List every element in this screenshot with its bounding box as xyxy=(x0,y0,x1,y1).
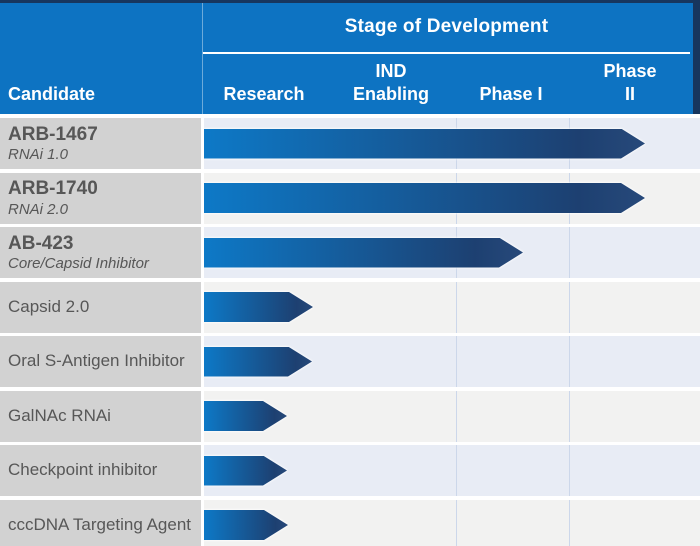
progress-arrow xyxy=(204,510,288,540)
candidate-subtitle: RNAi 1.0 xyxy=(8,146,69,164)
stage-track xyxy=(204,336,700,387)
candidate-name: AB-423 xyxy=(8,232,74,254)
candidate-label: ARB-1740 RNAi 2.0 xyxy=(0,172,201,224)
stage-divider xyxy=(456,390,457,442)
stage-of-development-title: Stage of Development xyxy=(344,16,549,37)
pipeline-slide: Stage of Development Candidate Research … xyxy=(0,0,700,546)
stage-divider xyxy=(569,227,570,278)
candidate-label: GalNAc RNAi xyxy=(0,390,201,442)
progress-arrow-shape xyxy=(204,292,313,322)
stage-divider xyxy=(456,281,457,333)
progress-arrow xyxy=(204,183,645,213)
column-header-candidate: Candidate xyxy=(8,84,96,104)
pipeline-row-capsid-2-0: Capsid 2.0 xyxy=(0,281,700,333)
stage-track xyxy=(204,499,700,546)
progress-arrow-shape xyxy=(204,238,523,268)
column-header-phase-2: Phase II xyxy=(603,61,657,104)
stage-track xyxy=(204,118,700,169)
pipeline-row-arb-1467: ARB-1467 RNAi 1.0 xyxy=(0,118,700,169)
stage-track xyxy=(204,390,700,442)
stage-divider xyxy=(456,336,457,387)
stage-divider xyxy=(569,390,570,442)
stage-track xyxy=(204,172,700,224)
pipeline-row-galnac-rnai: GalNAc RNAi xyxy=(0,390,700,442)
progress-arrow xyxy=(204,456,287,486)
pipeline-row-ab-423: AB-423 Core/Capsid Inhibitor xyxy=(0,227,700,278)
progress-arrow-shape xyxy=(204,183,645,213)
progress-arrow-shape xyxy=(204,401,287,431)
stage-divider xyxy=(569,281,570,333)
stage-track xyxy=(204,227,700,278)
header-column-divider xyxy=(202,3,203,114)
progress-arrow-shape xyxy=(204,456,287,486)
candidate-name: Oral S-Antigen Inhibitor xyxy=(8,351,185,371)
progress-arrow-shape xyxy=(204,347,312,377)
stage-divider xyxy=(456,445,457,496)
table-header: Stage of Development Candidate Research … xyxy=(0,3,693,114)
candidate-name: ARB-1740 xyxy=(8,178,98,200)
candidate-subtitle: RNAi 2.0 xyxy=(8,200,69,218)
candidate-label: Capsid 2.0 xyxy=(0,281,201,333)
pipeline-row-oral-s-antigen: Oral S-Antigen Inhibitor xyxy=(0,336,700,387)
column-header-phase-1: Phase I xyxy=(479,83,543,104)
pipeline-row-arb-1740: ARB-1740 RNAi 2.0 xyxy=(0,172,700,224)
candidate-name: GalNAc RNAi xyxy=(8,405,111,425)
stage-divider xyxy=(569,336,570,387)
column-header-research: Research xyxy=(223,83,305,104)
stage-track xyxy=(204,281,700,333)
candidate-label: cccDNA Targeting Agent xyxy=(0,499,201,546)
candidate-name: Checkpoint inhibitor xyxy=(8,460,158,480)
stage-divider xyxy=(456,499,457,546)
candidate-label: Checkpoint inhibitor xyxy=(0,445,201,496)
candidate-name: Capsid 2.0 xyxy=(8,296,90,316)
pipeline-rows: ARB-1467 RNAi 1.0 ARB-1740 RNAi 2.0 AB-4… xyxy=(0,114,700,546)
stage-divider xyxy=(569,445,570,496)
candidate-label: AB-423 Core/Capsid Inhibitor xyxy=(0,227,201,278)
progress-arrow xyxy=(204,401,287,431)
candidate-name: ARB-1467 xyxy=(8,123,98,145)
progress-arrow-shape xyxy=(204,129,645,159)
progress-arrow xyxy=(204,129,645,159)
stage-track xyxy=(204,445,700,496)
progress-arrow xyxy=(204,292,313,322)
candidate-label: Oral S-Antigen Inhibitor xyxy=(0,336,201,387)
stage-divider xyxy=(569,499,570,546)
candidate-label: ARB-1467 RNAi 1.0 xyxy=(0,118,201,169)
title-underline-rule xyxy=(203,52,690,54)
pipeline-row-checkpoint-inhibitor: Checkpoint inhibitor xyxy=(0,445,700,496)
candidate-name: cccDNA Targeting Agent xyxy=(8,514,192,534)
progress-arrow xyxy=(204,347,312,377)
progress-arrow xyxy=(204,238,523,268)
progress-arrow-shape xyxy=(204,510,288,540)
pipeline-row-cccdna-targeting-agent: cccDNA Targeting Agent xyxy=(0,499,700,546)
column-header-ind-enabling: IND Enabling xyxy=(353,61,429,104)
candidate-subtitle: Core/Capsid Inhibitor xyxy=(8,255,149,273)
